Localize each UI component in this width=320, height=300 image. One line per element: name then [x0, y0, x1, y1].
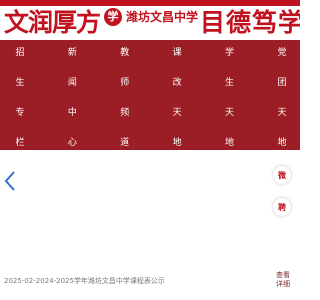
view-details-link[interactable]: 查看 详细: [276, 271, 290, 289]
nav-char: 栏: [15, 138, 25, 148]
nav-char: 党: [277, 48, 287, 58]
nav-char: 师: [120, 78, 130, 88]
school-emblem-icon: 学: [104, 8, 122, 26]
nav-char: 地: [172, 138, 182, 148]
main-nav: 招 生 专 栏 新 闻 中 心 教 师 频 道 课 改 天 地 学 生 天 地 …: [0, 48, 300, 148]
image-carousel: [0, 150, 300, 255]
nav-char: 中: [67, 108, 77, 118]
nav-char: 地: [277, 138, 287, 148]
view-details-line: 详细: [276, 280, 290, 288]
recruit-button[interactable]: 聘: [273, 198, 291, 216]
view-details-line: 查看: [276, 271, 290, 279]
site-header: 文润厚方 学 潍坊文昌中学 目德笃学: [0, 0, 300, 40]
nav-char: 招: [15, 48, 25, 58]
nav-char: 心: [67, 138, 77, 148]
nav-char: 学: [225, 48, 235, 58]
nav-char: 天: [277, 108, 287, 118]
nav-char: 生: [225, 78, 235, 88]
nav-char: 地: [225, 138, 235, 148]
nav-item-curriculum[interactable]: 课 改 天 地: [171, 48, 183, 148]
nav-char: 课: [172, 48, 182, 58]
nav-char: 道: [120, 138, 130, 148]
nav-char: 生: [15, 78, 25, 88]
nav-char: 团: [277, 78, 287, 88]
nav-char: 新: [67, 48, 77, 58]
nav-char: 闻: [67, 78, 77, 88]
notice-title-link[interactable]: 2025-02-2024-2025学年潍坊文昌中学课程表公示: [4, 276, 165, 286]
nav-item-news[interactable]: 新 闻 中 心: [66, 48, 78, 148]
school-name: 潍坊文昌中学: [126, 10, 199, 24]
motto-left: 文润厚方: [4, 8, 101, 37]
nav-item-teachers[interactable]: 教 师 频 道: [119, 48, 131, 148]
nav-char: 改: [172, 78, 182, 88]
nav-item-party[interactable]: 党 团 天 地: [276, 48, 288, 148]
nav-char: 教: [120, 48, 130, 58]
nav-char: 天: [172, 108, 182, 118]
nav-char: 频: [120, 108, 130, 118]
nav-char: 天: [225, 108, 235, 118]
wechat-button[interactable]: 微: [273, 166, 291, 184]
motto-right: 目德笃学: [200, 8, 300, 37]
chevron-left-icon[interactable]: [4, 170, 16, 192]
nav-char: 专: [15, 108, 25, 118]
floating-toolbar: 微 聘: [272, 166, 292, 216]
nav-item-students[interactable]: 学 生 天 地: [224, 48, 236, 148]
nav-item-admissions[interactable]: 招 生 专 栏: [14, 48, 26, 148]
notice-bar: 2025-02-2024-2025学年潍坊文昌中学课程表公示 查看 详细: [0, 262, 300, 300]
